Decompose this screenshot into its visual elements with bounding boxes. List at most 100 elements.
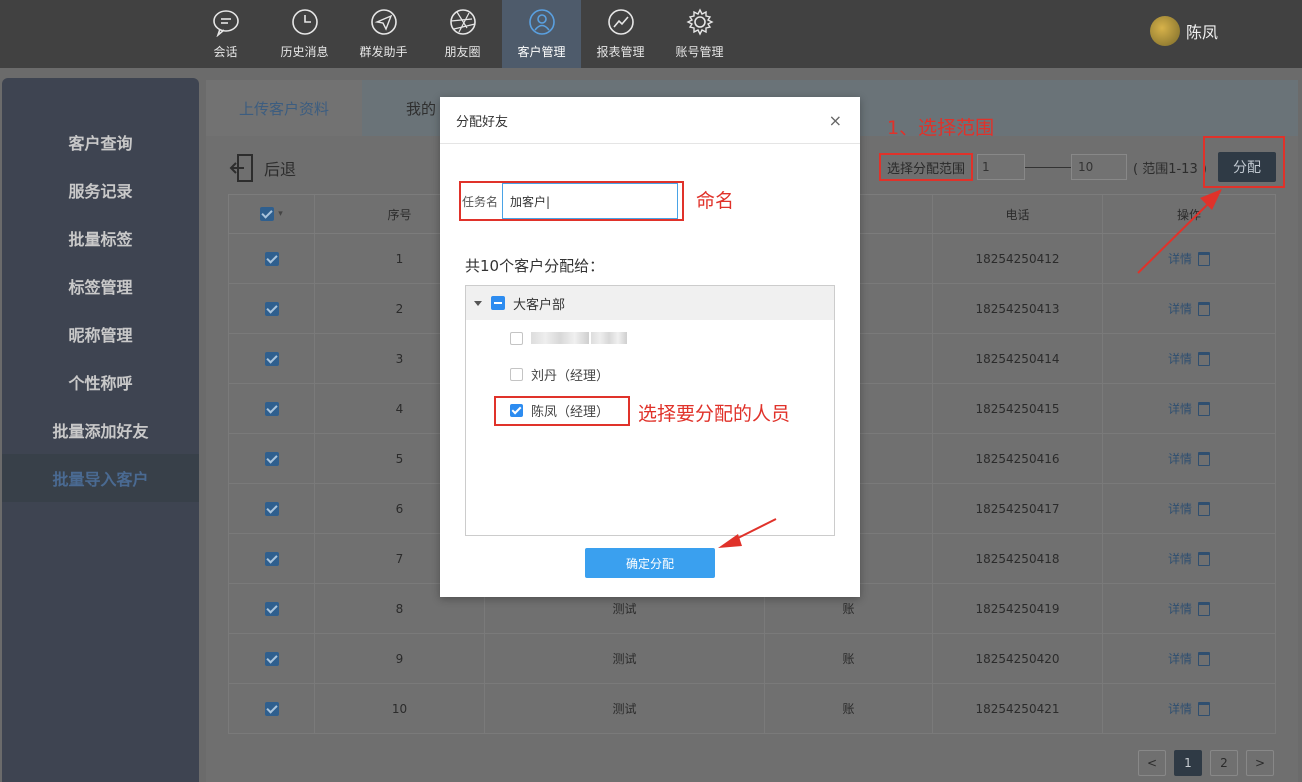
task-name-input[interactable]: 加客户|: [502, 183, 678, 219]
select-all-cell[interactable]: ▾: [229, 195, 315, 233]
page-2-button[interactable]: 2: [1210, 750, 1238, 776]
tree-node-blurred[interactable]: [466, 320, 834, 356]
sidebar-item-nickname-management[interactable]: 昵称管理: [2, 310, 199, 358]
partial-checkbox[interactable]: [491, 296, 505, 310]
nav-history[interactable]: 历史消息: [265, 0, 344, 68]
detail-link[interactable]: 详情: [1168, 650, 1192, 667]
trash-icon[interactable]: [1198, 251, 1210, 266]
confirm-assign-button[interactable]: 确定分配: [585, 548, 715, 578]
detail-link[interactable]: 详情: [1168, 350, 1192, 367]
user-menu[interactable]: 陈凤: [1150, 16, 1218, 46]
sidebar-item-batch-import[interactable]: 批量导入客户: [2, 454, 199, 502]
sidebar-item-customer-query[interactable]: 客户查询: [2, 118, 199, 166]
row-phone: 18254250420: [933, 634, 1103, 683]
row-select-cell[interactable]: [229, 284, 315, 333]
detail-link[interactable]: 详情: [1168, 300, 1192, 317]
nav-chat[interactable]: 会话: [186, 0, 265, 68]
detail-link[interactable]: 详情: [1168, 550, 1192, 567]
detail-link[interactable]: 详情: [1168, 600, 1192, 617]
nav-accounts[interactable]: 账号管理: [660, 0, 739, 68]
back-button[interactable]: 后退: [228, 152, 296, 184]
row-owner: 账: [765, 684, 933, 733]
row-phone: 18254250421: [933, 684, 1103, 733]
node-checkbox[interactable]: [510, 331, 523, 345]
nav-customers[interactable]: 客户管理: [502, 0, 581, 68]
sidebar-item-tag-management[interactable]: 标签管理: [2, 262, 199, 310]
row-actions: 详情: [1103, 634, 1275, 683]
chevron-down-icon[interactable]: ▾: [278, 209, 283, 219]
trash-icon[interactable]: [1198, 351, 1210, 366]
row-checkbox[interactable]: [264, 501, 279, 516]
node-checkbox[interactable]: [510, 367, 523, 381]
row-actions: 详情: [1103, 484, 1275, 533]
header-actions: 操作: [1176, 207, 1201, 222]
trash-icon[interactable]: [1198, 451, 1210, 466]
row-select-cell[interactable]: [229, 434, 315, 483]
select-range-button[interactable]: 选择分配范围: [879, 153, 974, 181]
detail-link[interactable]: 详情: [1168, 400, 1192, 417]
nav-accounts-label: 账号管理: [675, 45, 724, 59]
detail-link[interactable]: 详情: [1168, 700, 1192, 717]
row-phone: 18254250419: [933, 584, 1103, 633]
nav-reports[interactable]: 报表管理: [581, 0, 660, 68]
trash-icon[interactable]: [1198, 501, 1210, 516]
page-1-button[interactable]: 1: [1174, 750, 1202, 776]
row-select-cell[interactable]: [229, 534, 315, 583]
row-checkbox[interactable]: [264, 401, 279, 416]
row-select-cell[interactable]: [229, 334, 315, 383]
row-select-cell[interactable]: [229, 634, 315, 683]
row-checkbox[interactable]: [264, 651, 279, 666]
row-checkbox[interactable]: [264, 601, 279, 616]
range-dash: [1025, 166, 1072, 168]
sidebar-item-custom-greeting[interactable]: 个性称呼: [2, 358, 199, 406]
close-icon[interactable]: ×: [829, 111, 842, 130]
row-checkbox[interactable]: [264, 451, 279, 466]
row-checkbox[interactable]: [264, 701, 279, 716]
trash-icon[interactable]: [1198, 701, 1210, 716]
range-to-input[interactable]: 10: [1071, 154, 1128, 180]
tab-my[interactable]: 我的: [406, 80, 436, 136]
row-checkbox[interactable]: [264, 351, 279, 366]
caret-down-icon[interactable]: [474, 300, 482, 306]
sidebar-item-service-records[interactable]: 服务记录: [2, 166, 199, 214]
nav-broadcast[interactable]: 群发助手: [344, 0, 423, 68]
next-page-button[interactable]: >: [1246, 750, 1274, 776]
row-actions: 详情: [1103, 534, 1275, 583]
row-select-cell[interactable]: [229, 484, 315, 533]
trash-icon[interactable]: [1198, 401, 1210, 416]
trash-icon[interactable]: [1198, 651, 1210, 666]
nav-history-label: 历史消息: [280, 45, 329, 59]
annotation-select-range: 1、选择范围: [887, 117, 995, 139]
tab-upload-customers[interactable]: 上传客户资料: [206, 80, 362, 136]
sidebar-item-batch-tags[interactable]: 批量标签: [2, 214, 199, 262]
trash-icon[interactable]: [1198, 601, 1210, 616]
row-actions: 详情: [1103, 234, 1275, 283]
sidebar-item-batch-add-friends[interactable]: 批量添加好友: [2, 406, 199, 454]
blurred-name: [531, 332, 589, 344]
select-all-checkbox[interactable]: [260, 207, 275, 221]
row-actions: 详情: [1103, 434, 1275, 483]
row-select-cell[interactable]: [229, 584, 315, 633]
tree-root[interactable]: 大客户部: [466, 286, 834, 320]
detail-link[interactable]: 详情: [1168, 450, 1192, 467]
range-from-input[interactable]: 1: [977, 154, 1026, 180]
tree-root-label: 大客户部: [513, 297, 566, 313]
detail-link[interactable]: 详情: [1168, 250, 1192, 267]
row-checkbox[interactable]: [264, 301, 279, 316]
trash-icon[interactable]: [1198, 551, 1210, 566]
assign-button[interactable]: 分配: [1218, 152, 1276, 182]
row-select-cell[interactable]: [229, 384, 315, 433]
trash-icon[interactable]: [1198, 301, 1210, 316]
row-select-cell[interactable]: [229, 234, 315, 283]
tree-node-liudan[interactable]: 刘丹（经理）: [466, 356, 834, 392]
prev-page-button[interactable]: <: [1138, 750, 1166, 776]
row-checkbox[interactable]: [264, 251, 279, 266]
row-name: 测试: [485, 634, 765, 683]
row-checkbox[interactable]: [264, 551, 279, 566]
detail-link[interactable]: 详情: [1168, 500, 1192, 517]
assign-count-text: 共10个客户分配给：: [465, 257, 605, 275]
row-phone: 18254250417: [933, 484, 1103, 533]
nav-moments[interactable]: 朋友圈: [423, 0, 502, 68]
row-select-cell[interactable]: [229, 684, 315, 733]
row-actions: 详情: [1103, 334, 1275, 383]
